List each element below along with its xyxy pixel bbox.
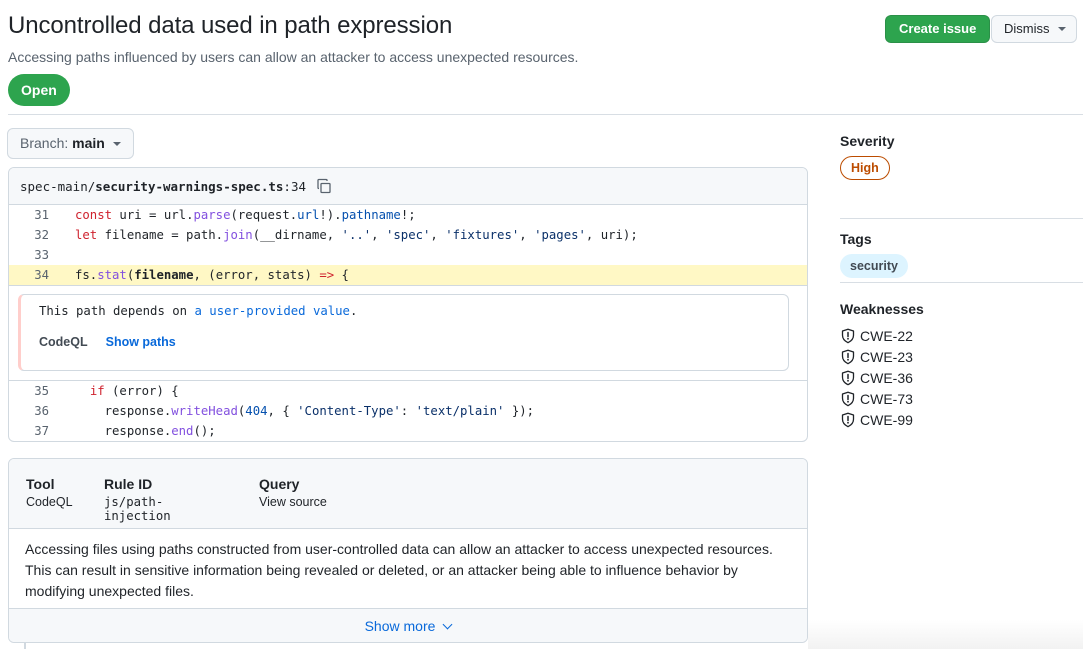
sidebar: Severity High Tags security Weaknesses C… (840, 133, 1083, 430)
bottom-fade (808, 620, 1083, 649)
alert-message-text: This path depends on (39, 304, 195, 318)
sidebar-tags: Tags security (840, 219, 1083, 283)
alert-subtitle: Accessing paths influenced by users can … (8, 49, 579, 65)
weakness-label: CWE-99 (860, 411, 913, 428)
create-issue-button[interactable]: Create issue (885, 15, 991, 43)
rule-id-heading: Rule ID (104, 476, 153, 492)
tool-heading: Tool (26, 476, 55, 492)
code-text: const uri = url.parse(request.url!).path… (75, 208, 416, 222)
severity-badge: High (840, 156, 890, 180)
code-line: 35 if (error) { (9, 381, 807, 401)
code-line: 31 const uri = url.parse(request.url!).pa… (9, 205, 807, 225)
weaknesses-list: CWE-22 CWE-23 CWE-36 CWE-73 CWE-99 (840, 325, 1083, 430)
alert-tool-name: CodeQL (39, 335, 88, 349)
alert-message-end: . (349, 304, 358, 318)
show-more-label: Show more (364, 618, 436, 634)
dismiss-dropdown-button[interactable]: Dismiss (991, 15, 1077, 43)
tool-value: CodeQL (26, 495, 73, 509)
alert-message: This path depends on a user-provided val… (39, 304, 788, 318)
line-number[interactable]: 37 (9, 424, 49, 438)
line-number[interactable]: 35 (9, 384, 49, 398)
code-line: 37 response.end(); (9, 421, 807, 441)
weakness-item[interactable]: CWE-73 (840, 388, 1083, 409)
weakness-label: CWE-22 (860, 327, 913, 344)
shield-alert-icon (841, 328, 855, 343)
dismiss-label: Dismiss (1004, 21, 1050, 36)
code-lines-after: 35 if (error) {36 response.writeHead(404… (9, 381, 807, 441)
code-lines-before: 31 const uri = url.parse(request.url!).pa… (9, 205, 807, 265)
rule-description: Accessing files using paths constructed … (25, 541, 773, 599)
weakness-label: CWE-23 (860, 348, 913, 365)
shield-alert-icon (841, 349, 855, 364)
tags-heading: Tags (840, 231, 872, 247)
severity-heading: Severity (840, 133, 895, 149)
caret-down-icon (112, 141, 121, 146)
line-number[interactable]: 32 (9, 228, 49, 242)
code-line: 36 response.writeHead(404, { 'Content-Ty… (9, 401, 807, 421)
branch-value: main (72, 135, 105, 151)
tag-security[interactable]: security (840, 254, 908, 278)
branch-label: Branch: (20, 135, 69, 151)
weakness-item[interactable]: CWE-99 (840, 409, 1083, 430)
show-paths-link[interactable]: Show paths (106, 335, 176, 349)
header-divider (8, 114, 1083, 115)
info-col-rule-id: Rule ID js/path-injection (104, 476, 227, 528)
file-path-prefix: spec-main/ (20, 178, 96, 194)
status-badge-open: Open (8, 74, 70, 106)
sidebar-severity: Severity High (840, 133, 1083, 219)
line-number[interactable]: 33 (9, 248, 49, 262)
rule-info-header: Tool CodeQL Rule ID js/path-injection Qu… (9, 459, 807, 529)
view-source-link[interactable]: View source (259, 495, 327, 509)
code-text: if (error) { (89, 384, 179, 398)
timeline-connector (24, 643, 26, 649)
line-number[interactable]: 34 (9, 268, 49, 282)
alert-title: Uncontrolled data used in path expressio… (8, 12, 453, 39)
rule-id-value: js/path-injection (104, 495, 171, 523)
line-number[interactable]: 36 (9, 404, 49, 418)
info-col-tool: Tool CodeQL (26, 476, 73, 528)
query-heading: Query (259, 476, 300, 492)
weaknesses-heading: Weaknesses (840, 301, 924, 317)
alert-annotation: This path depends on a user-provided val… (18, 294, 789, 371)
weakness-item[interactable]: CWE-22 (840, 325, 1083, 346)
sidebar-weaknesses: Weaknesses CWE-22 CWE-23 CWE-36 CWE-73 CWE-9… (840, 283, 1083, 430)
code-snippet-box: spec-main/security-warnings-spec.ts:34 3… (8, 167, 808, 442)
file-name: security-warnings-spec.ts (95, 178, 284, 194)
shield-alert-icon (841, 391, 855, 406)
code-file-header: spec-main/security-warnings-spec.ts:34 (9, 168, 807, 205)
copy-icon[interactable] (316, 178, 332, 194)
highlighted-code-line: 34 fs.stat(filename, (error, stats) => { (9, 265, 807, 286)
code-text: response.writeHead(404, { 'Content-Type'… (75, 404, 535, 418)
shield-alert-icon (841, 370, 855, 385)
alert-annotation-wrapper: This path depends on a user-provided val… (9, 286, 807, 381)
show-more-button[interactable]: Show more (9, 608, 807, 642)
branch-selector[interactable]: Branch: main (7, 128, 134, 159)
weakness-item[interactable]: CWE-36 (840, 367, 1083, 388)
code-line: 32 let filename = path.join(__dirname, '.… (9, 225, 807, 245)
info-col-query: Query View source (259, 476, 327, 528)
file-line-number: :34 (283, 178, 306, 194)
weakness-label: CWE-73 (860, 390, 913, 407)
code-line: 33 (9, 245, 807, 265)
shield-alert-icon (841, 412, 855, 427)
chevron-down-icon (442, 619, 453, 629)
code-text: response.end(); (75, 424, 216, 438)
caret-down-icon (1057, 27, 1066, 31)
user-provided-value-link[interactable]: a user-provided value (194, 304, 349, 318)
line-number[interactable]: 31 (9, 208, 49, 222)
weakness-label: CWE-36 (860, 369, 913, 386)
code-text: fs.stat(filename, (error, stats) => { (75, 268, 349, 282)
rule-info-box: Tool CodeQL Rule ID js/path-injection Qu… (8, 458, 808, 643)
code-text: let filename = path.join(__dirname, '..'… (75, 228, 638, 242)
weakness-item[interactable]: CWE-23 (840, 346, 1083, 367)
file-path[interactable]: spec-main/security-warnings-spec.ts:34 (20, 179, 306, 194)
